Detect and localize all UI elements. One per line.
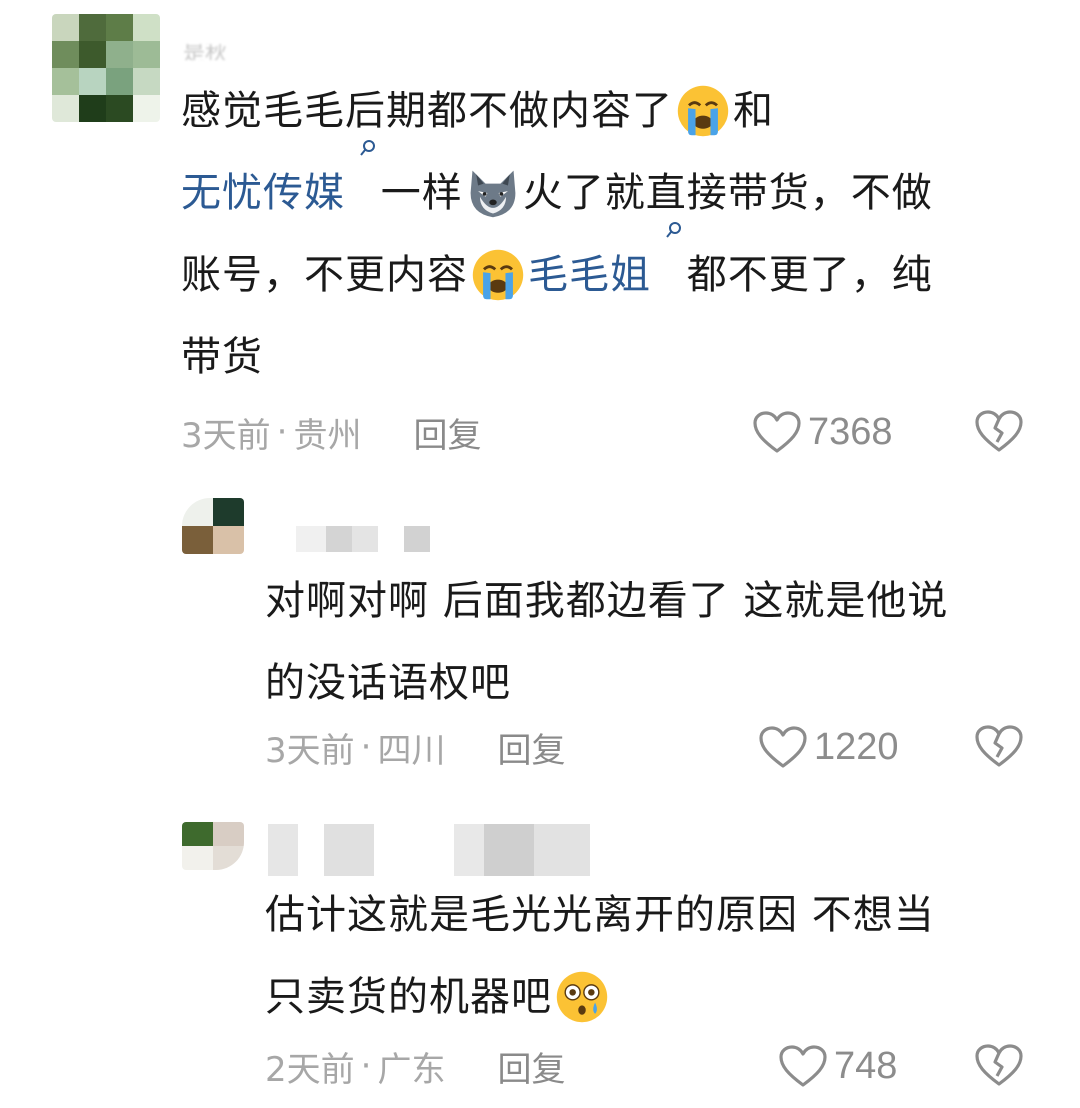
- like-count: 748: [834, 1044, 898, 1087]
- meta-separator: ·: [360, 727, 372, 767]
- comment-meta: 3天前 · 贵州 回复: [181, 402, 481, 462]
- mention-link[interactable]: 无忧传媒: [181, 140, 381, 234]
- text-line: 账号，不更内容 毛毛姐 都不更了，纯: [181, 222, 933, 316]
- heart-outline-icon: [753, 411, 801, 453]
- username[interactable]: 是秋: [183, 38, 273, 60]
- comment-meta: 3天前 · 四川 回复: [265, 717, 565, 777]
- broken-heart-icon[interactable]: [974, 721, 1024, 771]
- location: 四川: [377, 730, 446, 771]
- text-segment: 的没话语权吧: [265, 660, 511, 706]
- text-segment: 对啊对啊 后面我都边看了 这就是他说: [265, 578, 949, 624]
- timestamp: 3天前: [265, 730, 355, 771]
- text-line: 估计这就是毛光光离开的原因 不想当: [265, 874, 935, 956]
- like-button[interactable]: 748: [778, 1036, 897, 1096]
- username-blur: [298, 824, 324, 876]
- avatar[interactable]: [182, 822, 244, 870]
- search-icon: [665, 222, 681, 238]
- text-segment: 只卖货的机器吧: [265, 974, 552, 1020]
- location: 广东: [377, 1049, 446, 1090]
- username-blur: [296, 526, 326, 552]
- text-segment: 估计这就是毛光光离开的原因 不想当: [265, 892, 935, 938]
- username[interactable]: [268, 824, 590, 876]
- text-line: 带货: [181, 316, 933, 398]
- meta-separator: ·: [276, 412, 288, 452]
- timestamp: 3天前: [181, 415, 271, 456]
- username-blur: [352, 526, 378, 552]
- meta-separator: ·: [360, 1046, 372, 1086]
- username-text: 是秋: [183, 44, 228, 60]
- text-segment: 火了就直接带货，不做: [522, 170, 933, 216]
- username-blur: [484, 824, 534, 876]
- username-blur: [374, 824, 454, 876]
- text-line: 对啊对啊 后面我都边看了 这就是他说: [265, 560, 948, 642]
- username-blur: [268, 824, 298, 876]
- comment-text: 感觉毛毛后期都不做内容了 和 无忧传媒 一样 火了就直接带货，不做 账号，不更内…: [181, 70, 933, 398]
- username-blur: [404, 526, 430, 552]
- heart-outline-icon: [759, 726, 807, 768]
- reply-button[interactable]: 回复: [413, 408, 481, 457]
- broken-heart-icon[interactable]: [974, 406, 1024, 456]
- mention-text: 毛毛姐: [528, 252, 651, 298]
- text-line: 无忧传媒 一样 火了就直接带货，不做: [181, 140, 933, 234]
- username-blur: [324, 824, 374, 876]
- flushed-face-icon: [556, 971, 608, 1023]
- text-line: 只卖货的机器吧: [265, 956, 935, 1038]
- text-segment: 都不更了，纯: [686, 252, 933, 298]
- comment-meta: 2天前 · 广东 回复: [265, 1036, 565, 1096]
- text-segment: 带货: [181, 334, 263, 380]
- username-blur: [534, 824, 590, 876]
- comment-text: 估计这就是毛光光离开的原因 不想当 只卖货的机器吧: [265, 874, 935, 1038]
- reply-button[interactable]: 回复: [497, 723, 565, 772]
- like-count: 1220: [814, 725, 899, 768]
- comment-text: 对啊对啊 后面我都边看了 这就是他说 的没话语权吧: [265, 560, 948, 724]
- location: 贵州: [293, 415, 362, 456]
- like-button[interactable]: 7368: [752, 402, 893, 462]
- search-icon: [359, 140, 375, 156]
- loudly-crying-face-icon: [677, 85, 729, 137]
- mention-link[interactable]: 毛毛姐: [528, 222, 687, 316]
- text-line: 感觉毛毛后期都不做内容了 和: [181, 70, 933, 152]
- text-segment: 一样: [380, 170, 463, 216]
- wolf-face-icon: [470, 170, 516, 218]
- like-button[interactable]: 1220: [758, 717, 899, 777]
- heart-outline-icon: [779, 1045, 827, 1087]
- text-segment: 账号，不更内容: [181, 252, 468, 298]
- timestamp: 2天前: [265, 1049, 355, 1090]
- reply-button[interactable]: 回复: [497, 1042, 565, 1091]
- text-line: 的没话语权吧: [265, 642, 948, 724]
- text-segment: 和: [733, 88, 774, 134]
- avatar[interactable]: [182, 498, 244, 554]
- username[interactable]: [296, 526, 430, 552]
- username-blur: [454, 824, 484, 876]
- username-blur: [378, 526, 404, 552]
- avatar[interactable]: [52, 14, 160, 122]
- username-blur: [326, 526, 352, 552]
- like-count: 7368: [808, 410, 893, 453]
- mention-text: 无忧传媒: [181, 170, 345, 216]
- broken-heart-icon[interactable]: [974, 1040, 1024, 1090]
- loudly-crying-face-icon: [472, 249, 524, 301]
- text-segment: 感觉毛毛后期都不做内容了: [181, 88, 673, 134]
